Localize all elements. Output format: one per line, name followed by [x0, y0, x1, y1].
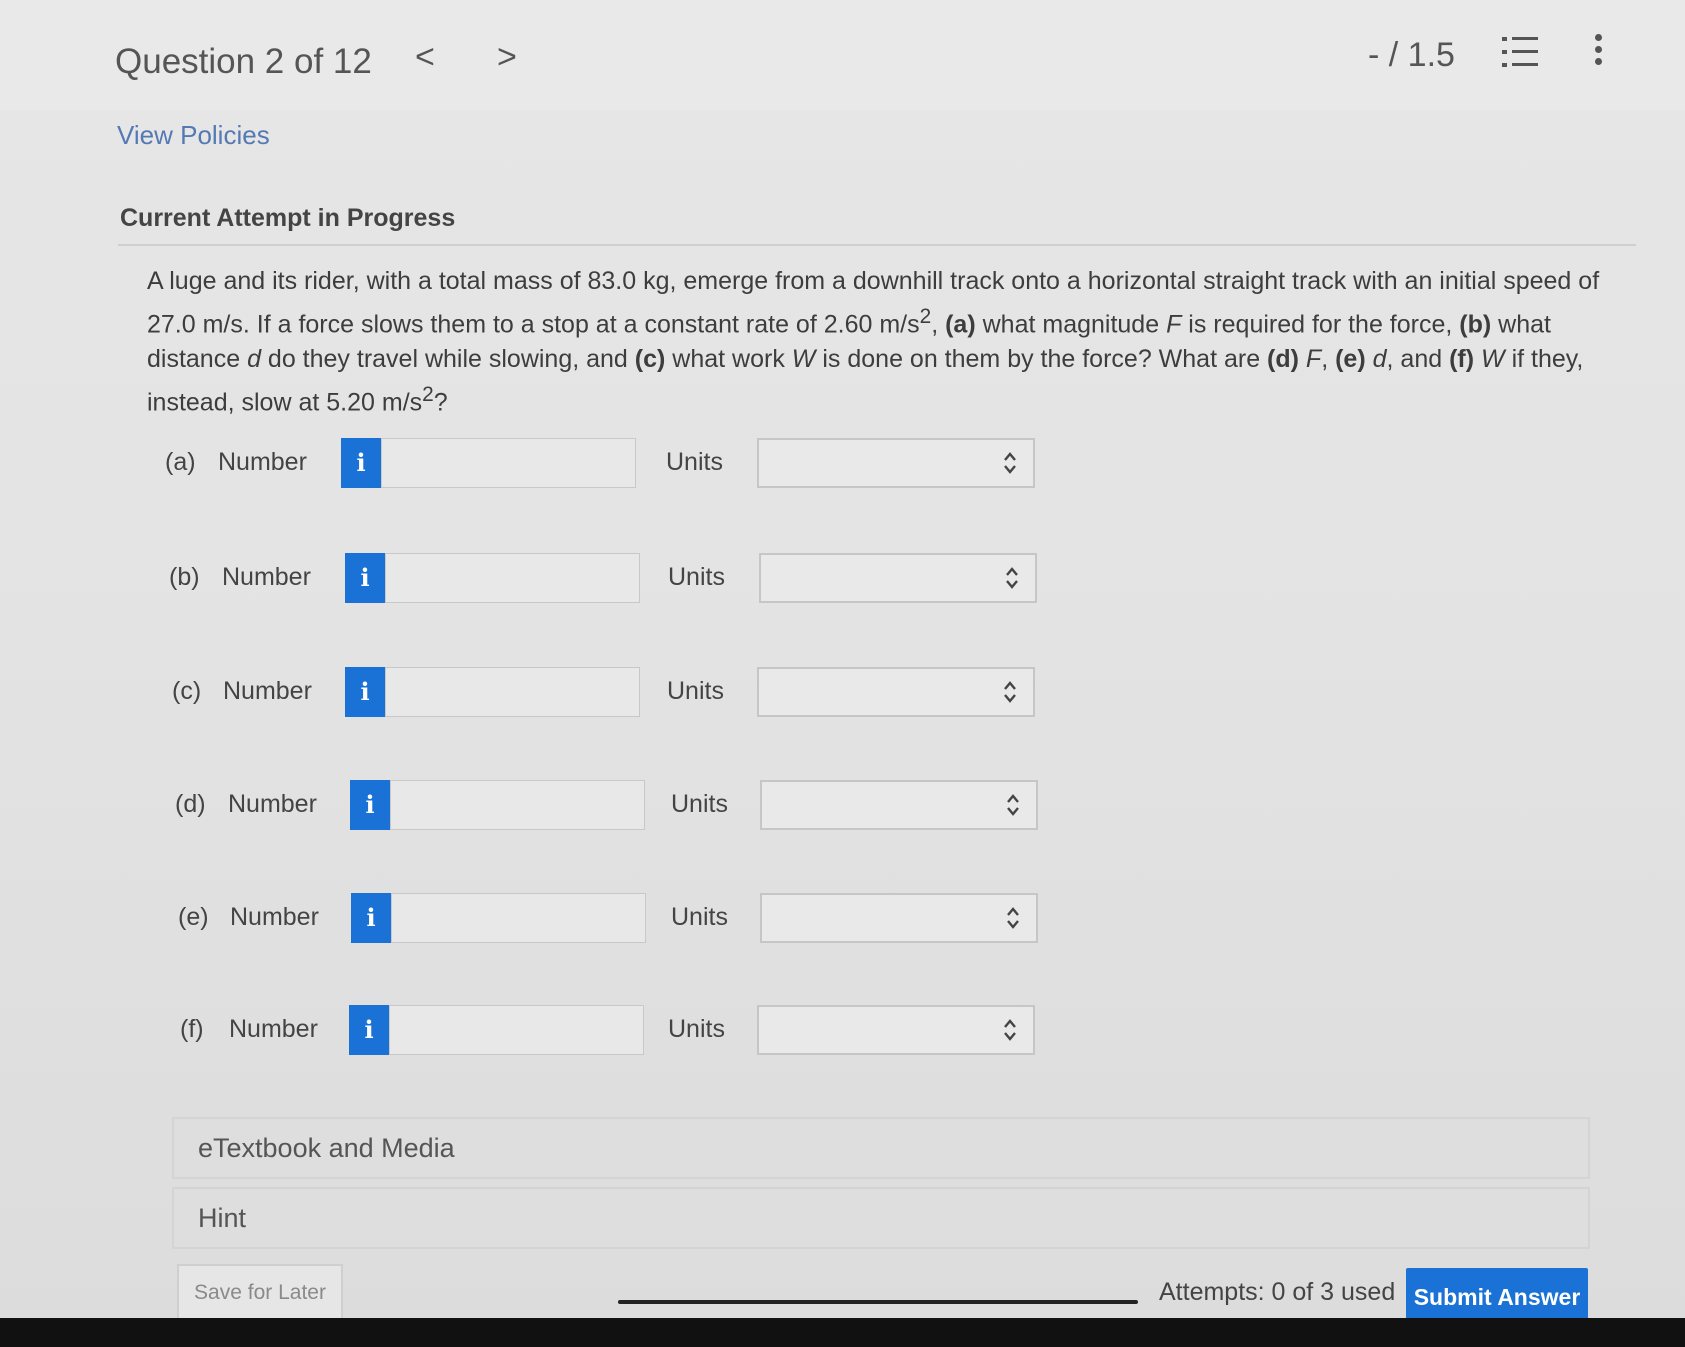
number-input-c[interactable]	[385, 667, 640, 717]
answer-row-f: (f) Number i Units	[180, 1005, 1050, 1057]
number-input-e[interactable]	[391, 893, 646, 943]
units-label: Units	[668, 563, 725, 591]
number-input-d[interactable]	[390, 780, 645, 830]
info-icon[interactable]: i	[349, 1005, 389, 1055]
screen-bezel	[0, 1318, 1685, 1347]
chevron-up-down-icon	[1007, 794, 1019, 816]
number-input-a[interactable]	[381, 438, 636, 488]
number-label: Number	[228, 790, 317, 818]
part-label: (b)	[169, 563, 200, 591]
more-vertical-icon[interactable]	[1592, 32, 1606, 66]
etextbook-media-panel[interactable]: eTextbook and Media	[172, 1117, 1590, 1179]
attempt-status-heading: Current Attempt in Progress	[120, 204, 456, 232]
chevron-up-down-icon	[1007, 907, 1019, 929]
number-label: Number	[222, 563, 311, 591]
question-header: Question 2 of 12 < > - / 1.5	[0, 0, 1685, 110]
answer-row-a: (a) Number i Units	[165, 438, 1035, 490]
units-select-d[interactable]	[760, 780, 1038, 830]
units-select-f[interactable]	[757, 1005, 1035, 1055]
question-title: Question 2 of 12	[115, 42, 372, 81]
units-label: Units	[671, 790, 728, 818]
units-select-b[interactable]	[759, 553, 1037, 603]
units-label: Units	[671, 903, 728, 931]
number-label: Number	[223, 677, 312, 705]
info-icon[interactable]: i	[351, 893, 391, 943]
chevron-up-down-icon	[1006, 567, 1018, 589]
hint-panel[interactable]: Hint	[172, 1187, 1590, 1249]
save-for-later-button[interactable]: Save for Later	[177, 1264, 343, 1322]
previous-question-button[interactable]: <	[415, 38, 435, 77]
units-select-a[interactable]	[757, 438, 1035, 488]
answer-row-e: (e) Number i Units	[178, 893, 1048, 945]
part-label: (a)	[165, 448, 196, 476]
number-input-f[interactable]	[389, 1005, 644, 1055]
number-label: Number	[229, 1015, 318, 1043]
view-policies-link[interactable]: View Policies	[117, 120, 270, 151]
info-icon[interactable]: i	[341, 438, 381, 488]
number-input-b[interactable]	[385, 553, 640, 603]
part-label: (e)	[178, 903, 209, 931]
question-text: A luge and its rider, with a total mass …	[147, 267, 1600, 417]
score-display: - / 1.5	[1368, 36, 1455, 74]
chevron-up-down-icon	[1004, 1019, 1016, 1041]
answer-row-b: (b) Number i Units	[169, 553, 1039, 605]
units-label: Units	[666, 448, 723, 476]
info-icon[interactable]: i	[345, 553, 385, 603]
part-label: (c)	[172, 677, 202, 705]
chevron-up-down-icon	[1004, 681, 1016, 703]
page: Question 2 of 12 < > - / 1.5 View Polici…	[0, 0, 1685, 1347]
answer-row-d: (d) Number i Units	[175, 780, 1045, 832]
answer-row-c: (c) Number i Units	[172, 667, 1042, 719]
divider-line	[618, 1300, 1138, 1304]
part-label: (d)	[175, 790, 206, 818]
next-question-button[interactable]: >	[497, 38, 517, 77]
units-select-e[interactable]	[760, 893, 1038, 943]
part-label: (f)	[180, 1015, 204, 1043]
chevron-up-down-icon	[1004, 452, 1016, 474]
info-icon[interactable]: i	[350, 780, 390, 830]
list-icon[interactable]	[1502, 34, 1540, 70]
units-label: Units	[667, 677, 724, 705]
units-select-c[interactable]	[757, 667, 1035, 717]
number-label: Number	[230, 903, 319, 931]
number-label: Number	[218, 448, 307, 476]
info-icon[interactable]: i	[345, 667, 385, 717]
attempts-counter: Attempts: 0 of 3 used	[1159, 1278, 1396, 1306]
divider	[118, 244, 1636, 246]
units-label: Units	[668, 1015, 725, 1043]
